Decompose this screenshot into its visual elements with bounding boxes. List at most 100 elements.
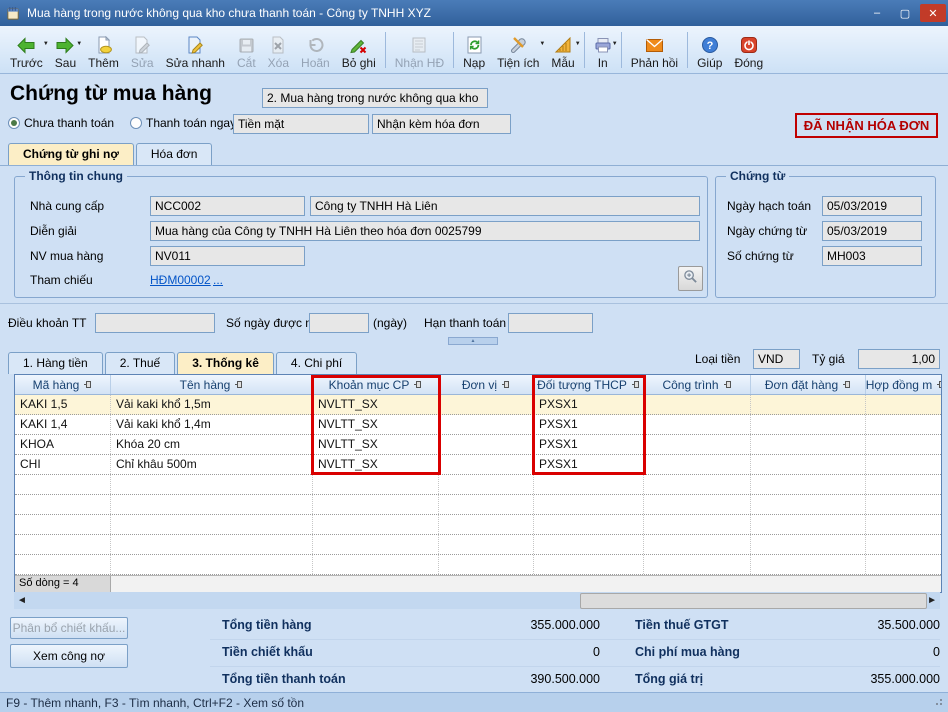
cell-hop-dong-m[interactable] [866, 415, 942, 434]
toolbar-button-phan-hoi[interactable]: Phản hồi [625, 27, 684, 73]
empty-cell[interactable] [111, 555, 313, 574]
column-header-doi-tuong-thcp[interactable]: Đối tượng THCP [534, 375, 644, 394]
cell-khoan-muc-cp[interactable]: NVLTT_SX [313, 435, 439, 454]
toolbar-button-dong[interactable]: Đóng [728, 27, 769, 73]
doc-date-field[interactable]: 05/03/2019 [822, 221, 922, 241]
empty-cell[interactable] [439, 535, 534, 554]
toolbar-button-giup[interactable]: ?Giúp [691, 27, 728, 73]
empty-cell[interactable] [439, 515, 534, 534]
toolbar-button-sua-nhanh[interactable]: Sửa nhanh [160, 27, 231, 73]
empty-cell[interactable] [866, 535, 942, 554]
cell-doi-tuong-thcp[interactable]: PXSX1 [534, 395, 644, 414]
close-button[interactable]: ✕ [920, 4, 946, 22]
cell-cong-trinh[interactable] [644, 395, 751, 414]
cell-cong-trinh[interactable] [644, 415, 751, 434]
empty-cell[interactable] [644, 515, 751, 534]
empty-cell[interactable] [866, 495, 942, 514]
scroll-left-icon[interactable]: ◄ [17, 594, 27, 607]
tab-hoa-don[interactable]: Hóa đơn [136, 143, 213, 165]
pin-icon[interactable] [842, 378, 851, 392]
empty-cell[interactable] [111, 475, 313, 494]
pin-icon[interactable] [234, 378, 243, 392]
empty-cell[interactable] [313, 475, 439, 494]
empty-cell[interactable] [15, 555, 111, 574]
table-row[interactable]: KHOAKhóa 20 cmNVLTT_SXPXSX1 [15, 435, 941, 455]
empty-cell[interactable] [439, 475, 534, 494]
maximize-button[interactable]: ▢ [892, 4, 918, 22]
column-header-ten-hang[interactable]: Tên hàng [111, 375, 313, 394]
payment-method-field[interactable]: Tiền mặt [233, 114, 369, 134]
cell-don-vi[interactable] [439, 455, 534, 474]
empty-cell[interactable] [111, 495, 313, 514]
reference-link[interactable]: HĐM00002 [150, 273, 211, 287]
empty-row[interactable] [15, 495, 941, 515]
empty-cell[interactable] [534, 475, 644, 494]
supplier-code-field[interactable]: NCC002 [150, 196, 305, 216]
tab-thue[interactable]: 2. Thuế [105, 352, 175, 374]
toolbar-button-tien-ich[interactable]: Tiện ích▼ [491, 27, 545, 73]
cell-ten-hang[interactable]: Khóa 20 cm [111, 435, 313, 454]
items-grid[interactable]: Mã hàngTên hàngKhoản mục CPĐơn vịĐối tượ… [14, 374, 942, 593]
doc-type-field[interactable]: 2. Mua hàng trong nước không qua kho [262, 88, 488, 108]
cell-don-dat-hang[interactable] [751, 455, 866, 474]
toolbar-button-mau[interactable]: Mẫu▼ [545, 27, 580, 73]
toolbar-button-in[interactable]: In▼ [588, 27, 618, 73]
cell-khoan-muc-cp[interactable]: NVLTT_SX [313, 415, 439, 434]
column-header-ma-hang[interactable]: Mã hàng [15, 375, 111, 394]
employee-code-field[interactable]: NV011 [150, 246, 305, 266]
cell-ma-hang[interactable]: KHOA [15, 435, 111, 454]
empty-cell[interactable] [751, 515, 866, 534]
reference-more-link[interactable]: ... [213, 273, 223, 287]
empty-cell[interactable] [644, 495, 751, 514]
empty-cell[interactable] [866, 515, 942, 534]
tab-hang-tien[interactable]: 1. Hàng tiền [8, 352, 103, 374]
empty-cell[interactable] [313, 495, 439, 514]
radio-paynow[interactable] [130, 117, 142, 129]
toolbar-button-bo-ghi[interactable]: Bỏ ghi [336, 27, 382, 73]
description-field[interactable]: Mua hàng của Công ty TNHH Hà Liên theo h… [150, 221, 700, 241]
empty-cell[interactable] [15, 495, 111, 514]
cell-don-dat-hang[interactable] [751, 395, 866, 414]
tab-thong-ke[interactable]: 3. Thống kê [177, 352, 274, 374]
pin-icon[interactable] [501, 378, 510, 392]
pin-icon[interactable] [413, 378, 422, 392]
empty-cell[interactable] [751, 555, 866, 574]
doc-no-field[interactable]: MH003 [822, 246, 922, 266]
scroll-right-icon[interactable]: ► [927, 594, 937, 607]
empty-cell[interactable] [313, 555, 439, 574]
empty-cell[interactable] [751, 535, 866, 554]
empty-cell[interactable] [866, 475, 942, 494]
empty-cell[interactable] [866, 555, 942, 574]
toolbar-button-truoc[interactable]: Trước▼ [4, 27, 49, 73]
cell-ten-hang[interactable]: Vải kaki khổ 1,4m [111, 415, 313, 434]
empty-row[interactable] [15, 535, 941, 555]
column-header-hop-dong-m[interactable]: Hợp đồng m [866, 375, 942, 394]
empty-row[interactable] [15, 555, 941, 575]
empty-cell[interactable] [534, 495, 644, 514]
dropdown-caret-icon[interactable]: ▼ [612, 41, 618, 47]
toolbar-button-sau[interactable]: Sau▼ [49, 27, 82, 73]
invoice-option-field[interactable]: Nhận kèm hóa đơn [372, 114, 511, 134]
due-date-field[interactable] [508, 313, 593, 333]
currency-field[interactable]: VND [753, 349, 800, 369]
posting-date-field[interactable]: 05/03/2019 [822, 196, 922, 216]
cell-cong-trinh[interactable] [644, 435, 751, 454]
cell-ten-hang[interactable]: Vải kaki khổ 1,5m [111, 395, 313, 414]
cell-doi-tuong-thcp[interactable]: PXSX1 [534, 415, 644, 434]
resize-grip-icon[interactable] [934, 699, 942, 707]
empty-cell[interactable] [534, 555, 644, 574]
supplier-name-field[interactable]: Công ty TNHH Hà Liên [310, 196, 700, 216]
cell-ma-hang[interactable]: CHI [15, 455, 111, 474]
column-header-don-vi[interactable]: Đơn vị [439, 375, 534, 394]
empty-cell[interactable] [534, 535, 644, 554]
cell-don-vi[interactable] [439, 435, 534, 454]
empty-cell[interactable] [751, 475, 866, 494]
empty-cell[interactable] [534, 515, 644, 534]
lookup-button[interactable] [678, 266, 703, 291]
cell-khoan-muc-cp[interactable]: NVLTT_SX [313, 395, 439, 414]
empty-cell[interactable] [313, 515, 439, 534]
cell-ma-hang[interactable]: KAKI 1,4 [15, 415, 111, 434]
cell-hop-dong-m[interactable] [866, 455, 942, 474]
collapse-panel-button[interactable]: ▲ [448, 337, 498, 345]
view-debt-button[interactable]: Xem công nợ [10, 644, 128, 668]
